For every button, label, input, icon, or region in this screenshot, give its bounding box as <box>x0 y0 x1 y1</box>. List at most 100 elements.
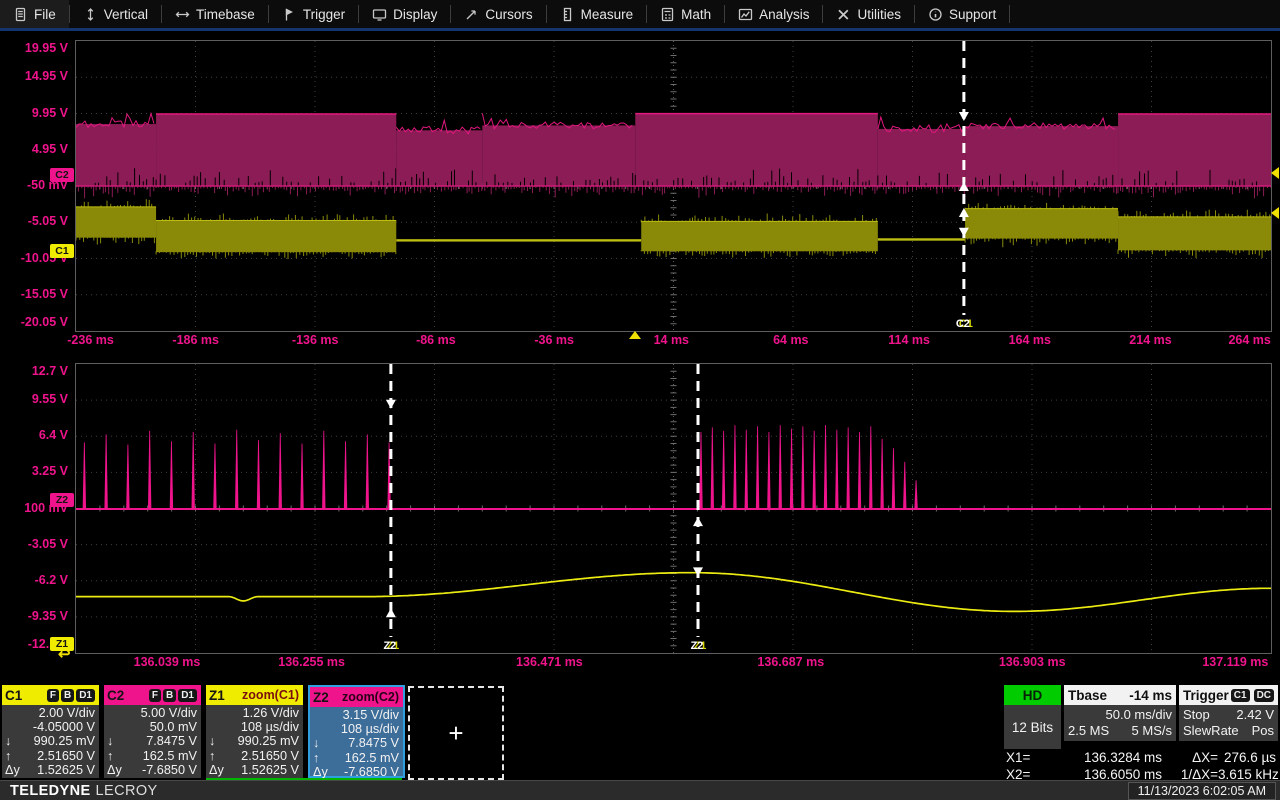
trigger-type: SlewRate <box>1183 723 1239 739</box>
trace-descriptor-z2[interactable]: Z2zoom(C2)3.15 V/div108 µs/div↓7.8475 V↑… <box>308 685 405 778</box>
support-icon <box>928 7 943 22</box>
descriptor-row-value: 162.5 mV <box>143 749 197 763</box>
brand-light: LECROY <box>96 783 158 799</box>
oscilloscope-screen: File Vertical Timebase Trigger Display Cursor… <box>0 0 1280 800</box>
trigger-level-marker2-icon[interactable] <box>1271 207 1279 219</box>
descriptor-header: C1FBD1 <box>2 685 99 705</box>
y-axis-tick-label: -20.05 V <box>21 315 68 329</box>
menu-item-label: Cursors <box>485 7 532 22</box>
trigger-box[interactable]: Trigger C1 DC Stop 2.42 V SlewRate Pos <box>1179 685 1278 741</box>
trace-descriptor-z1[interactable]: Z1zoom(C1)1.26 V/div108 µs/div↓990.25 mV… <box>206 685 303 778</box>
hd-mode-box[interactable]: HD 12 Bits <box>1004 685 1061 749</box>
zoom-cursor-1[interactable]: Z1Z2 <box>379 364 403 652</box>
menu-item-label: Utilities <box>857 7 901 22</box>
cursor-readout-line1: X1= 136.3284 ms ΔX= 276.6 µs <box>1006 750 1278 765</box>
x-axis-tick-label: -86 ms <box>416 333 456 347</box>
menu-item-support[interactable]: Support <box>915 0 1009 28</box>
menu-item-display[interactable]: Display <box>359 0 450 28</box>
descriptor-row-symbol: ↓ <box>313 736 335 750</box>
descriptor-row-symbol: ↑ <box>313 751 335 765</box>
x1-value: 136.3284 ms <box>1044 750 1162 765</box>
descriptor-row: 50.0 mV <box>107 720 197 734</box>
menu-item-timebase[interactable]: Timebase <box>162 0 268 28</box>
descriptor-row: Δy 1.52625 V <box>209 763 299 777</box>
hd-bits-label: 12 Bits <box>1004 705 1061 749</box>
zoom-waveform-grid[interactable]: Z1Z2 Z1Z2 <box>75 363 1272 654</box>
descriptor-badge: B <box>61 689 74 702</box>
descriptor-row: -4.05000 V <box>5 720 95 734</box>
descriptor-row: 1.26 V/div <box>209 706 299 720</box>
trigger-coupling-badge: DC <box>1254 689 1274 702</box>
zoom-cursor-2[interactable]: Z1Z2 <box>686 364 710 652</box>
y-axis-tick-label: 9.55 V <box>32 392 68 406</box>
menu-item-label: Trigger <box>303 7 345 22</box>
main-waveform-grid[interactable]: C1C2 <box>75 40 1272 332</box>
trigger-level-marker-icon[interactable] <box>1271 167 1279 179</box>
descriptor-row-symbol: ↑ <box>107 749 129 763</box>
trace-descriptor-c1[interactable]: C1FBD12.00 V/div-4.05000 V↓990.25 mV↑2.5… <box>2 685 99 778</box>
y-axis-tick-label: -5.05 V <box>28 214 68 228</box>
x-axis-tick-label: -236 ms <box>67 333 114 347</box>
descriptor-body: 2.00 V/div-4.05000 V↓990.25 mV↑2.51650 V… <box>2 705 99 777</box>
descriptor-row-value: 990.25 mV <box>34 734 95 748</box>
descriptor-row: ↓990.25 mV <box>5 734 95 748</box>
c2-position-badge[interactable]: C2 <box>50 168 74 182</box>
descriptor-badges: FBD1 <box>47 689 95 702</box>
descriptor-row-symbol: ↓ <box>107 734 129 748</box>
x-axis-tick-label: 264 ms <box>1228 333 1270 347</box>
x-axis-tick-label: -36 ms <box>534 333 574 347</box>
descriptor-row-symbol <box>5 720 27 734</box>
trace-descriptor-c2[interactable]: C2FBD15.00 V/div50.0 mV↓7.8475 V↑162.5 m… <box>104 685 201 778</box>
descriptor-row: ↑2.51650 V <box>209 749 299 763</box>
menu-item-file[interactable]: File <box>0 0 69 28</box>
menu-item-math[interactable]: Math <box>647 0 724 28</box>
tbase-offset: -14 ms <box>1129 688 1172 703</box>
menu-item-analysis[interactable]: Analysis <box>725 0 822 28</box>
menu-item-utilities[interactable]: Utilities <box>823 0 914 28</box>
tbase-title: Tbase <box>1068 688 1107 703</box>
descriptor-row: 108 µs/div <box>313 722 399 736</box>
descriptor-row-symbol <box>209 706 231 720</box>
descriptor-row: ↑2.51650 V <box>5 749 95 763</box>
menu-item-cursors[interactable]: Cursors <box>451 0 545 28</box>
x-axis-tick-label: 164 ms <box>1009 333 1051 347</box>
descriptor-row-value: -7.6850 V <box>344 765 399 779</box>
descriptor-row-value: 990.25 mV <box>238 734 299 748</box>
descriptor-body: 5.00 V/div50.0 mV↓7.8475 V↑162.5 mVΔy-7.… <box>104 705 201 777</box>
y-axis-tick-label: -3.05 V <box>28 537 68 551</box>
hd-title: HD <box>1004 685 1061 705</box>
trigger-mode: Stop <box>1183 707 1210 723</box>
menu-item-trigger[interactable]: Trigger <box>269 0 358 28</box>
y-axis-tick-label: 6.4 V <box>39 428 68 442</box>
y-axis-tick-label: -9.35 V <box>28 609 68 623</box>
descriptor-row-value: 1.52625 V <box>241 763 299 777</box>
descriptor-row-value: 7.8475 V <box>146 734 197 748</box>
trigger-position-marker-icon[interactable] <box>629 331 641 339</box>
descriptor-row-value: -7.6850 V <box>142 763 197 777</box>
menu-separator <box>1009 5 1010 23</box>
vertical-icon <box>83 7 98 22</box>
descriptor-row-symbol <box>209 720 231 734</box>
timebase-icon <box>175 7 190 22</box>
descriptor-row-value: 108 µs/div <box>341 722 399 736</box>
main-y-axis-labels: 19.95 V14.95 V9.95 V4.95 V-50 mV-5.05 V-… <box>0 40 71 330</box>
descriptor-row-value: 50.0 mV <box>150 720 197 734</box>
menu-item-label: Vertical <box>104 7 148 22</box>
c1-position-badge[interactable]: C1 <box>50 244 74 258</box>
menu-item-measure[interactable]: Measure <box>547 0 647 28</box>
z2-position-badge[interactable]: Z2 <box>50 493 74 507</box>
menu-accent-strip <box>0 28 1280 31</box>
menu-item-vertical[interactable]: Vertical <box>70 0 161 28</box>
descriptor-row-symbol: ↑ <box>5 749 27 763</box>
y-axis-tick-label: 19.95 V <box>25 41 68 55</box>
descriptor-row-symbol <box>107 720 129 734</box>
descriptor-title: C2 <box>107 688 124 703</box>
display-icon <box>372 7 387 22</box>
descriptor-row-value: 3.15 V/div <box>343 708 399 722</box>
descriptor-row-symbol: Δy <box>209 763 231 777</box>
descriptor-row-symbol <box>313 722 335 736</box>
x-axis-tick-label: -136 ms <box>292 333 339 347</box>
add-trace-slot[interactable]: + <box>408 686 504 780</box>
descriptor-badge: F <box>47 689 59 702</box>
timebase-box[interactable]: Tbase -14 ms 50.0 ms/div 2.5 MS 5 MS/s <box>1064 685 1176 741</box>
